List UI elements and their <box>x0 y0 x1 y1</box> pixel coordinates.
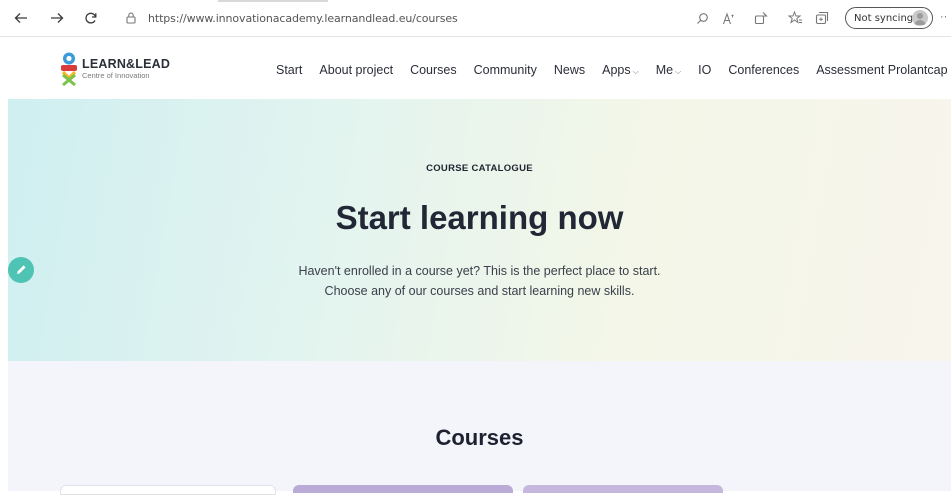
nav-item-me-label: Me <box>655 63 674 77</box>
lock-icon <box>126 12 136 24</box>
refresh-button[interactable] <box>82 9 100 27</box>
nav-item-assessment-prolantcap[interactable]: Assessment Prolantcap <box>816 63 947 77</box>
chevron-down-icon: ⌵ <box>675 67 682 76</box>
arrow-left-icon <box>14 13 27 23</box>
address-bar[interactable]: https://www.innovationacademy.learnandle… <box>118 9 678 27</box>
courses-section: Courses <box>8 361 951 495</box>
arrow-right-icon <box>51 13 64 23</box>
favorites-button[interactable] <box>786 9 804 27</box>
collections-icon <box>815 11 829 25</box>
nav-item-apps[interactable]: Apps ⌵ <box>602 63 639 77</box>
collections-button[interactable] <box>813 9 831 27</box>
chevron-down-icon: ⌵ <box>632 67 639 76</box>
nav-item-about-project[interactable]: About project <box>319 63 393 77</box>
nav-item-start[interactable]: Start <box>276 63 302 77</box>
logo-subtitle: Centre of Innovation <box>82 71 150 80</box>
edit-button[interactable] <box>8 257 34 283</box>
hero-description-line-1: Haven't enrolled in a course yet? This i… <box>298 264 661 278</box>
more-options-icon[interactable]: ·· <box>940 11 947 23</box>
nav-item-news[interactable]: News <box>554 63 585 77</box>
forward-button[interactable] <box>48 9 66 27</box>
pencil-icon <box>17 265 26 274</box>
app-available-button[interactable] <box>752 9 770 27</box>
logo-mark-icon <box>61 52 77 87</box>
tab-strip-edge <box>218 0 328 2</box>
course-card[interactable] <box>523 485 723 493</box>
hero-description-line-2: Choose any of our courses and start lear… <box>324 284 635 298</box>
logo-title: LEARN&LEAD <box>82 57 171 71</box>
read-aloud-icon <box>722 11 733 24</box>
page-title: Start learning now <box>335 199 624 236</box>
profile-sync-button[interactable]: Not syncing <box>845 7 933 29</box>
course-card[interactable] <box>293 485 513 493</box>
browser-toolbar: https://www.innovationacademy.learnandle… <box>0 0 951 37</box>
course-card[interactable] <box>60 485 276 495</box>
refresh-icon <box>85 12 97 24</box>
site-header: LEARN&LEAD Centre of Innovation Start Ab… <box>0 37 951 99</box>
back-button[interactable] <box>12 9 30 27</box>
profile-avatar <box>912 10 928 26</box>
apps-icon <box>754 12 768 25</box>
nav-item-conferences[interactable]: Conferences <box>728 63 799 77</box>
read-aloud-button[interactable] <box>720 9 738 27</box>
site-logo[interactable]: LEARN&LEAD Centre of Innovation <box>58 51 188 87</box>
star-icon <box>787 11 802 24</box>
search-icon <box>696 12 708 24</box>
nav-item-community[interactable]: Community <box>474 63 537 77</box>
nav-item-io[interactable]: IO <box>698 63 711 77</box>
courses-heading: Courses <box>435 425 524 450</box>
main-navigation: Start About project Courses Community Ne… <box>276 63 951 77</box>
sync-status-label: Not syncing <box>854 12 914 24</box>
search-page-button[interactable] <box>693 9 711 27</box>
nav-item-courses[interactable]: Courses <box>410 63 457 77</box>
hero-kicker: COURSE CATALOGUE <box>426 163 533 174</box>
nav-item-apps-label: Apps <box>602 63 631 77</box>
url-text: https://www.innovationacademy.learnandle… <box>148 11 458 25</box>
nav-item-me[interactable]: Me ⌵ <box>656 63 681 77</box>
hero-banner: COURSE CATALOGUE Start learning now Have… <box>8 99 951 361</box>
